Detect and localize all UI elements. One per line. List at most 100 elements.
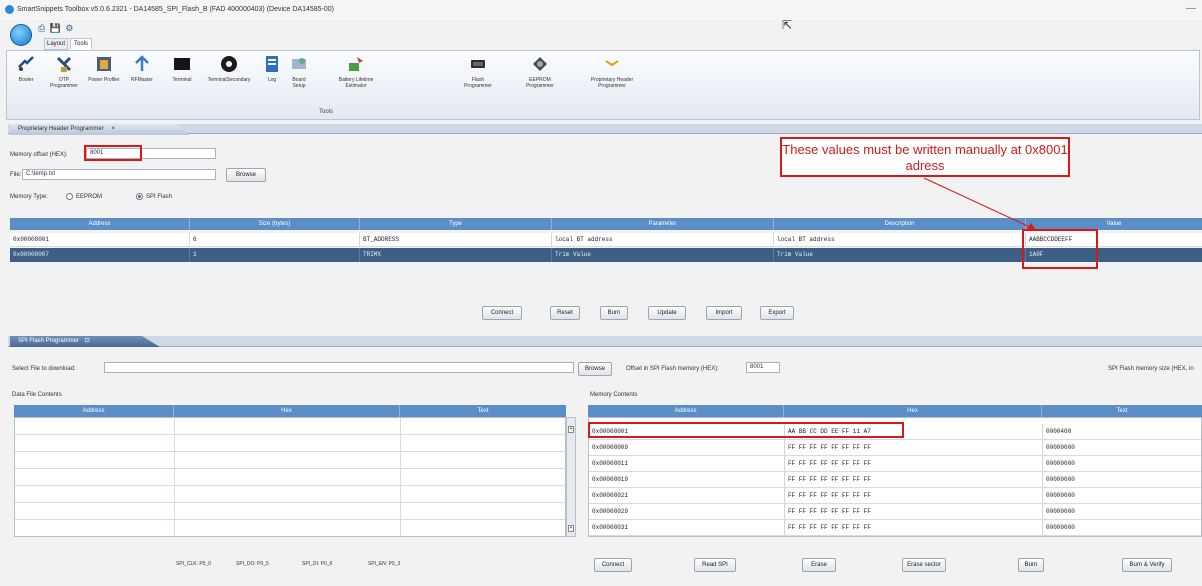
memory-header: Address Hex Text xyxy=(588,405,1202,417)
proprietary-header-button[interactable]: Proprietary Header Programmer xyxy=(581,55,643,103)
memory-row[interactable]: 0x00008011 FF FF FF FF FF FF FF FF 0000000… xyxy=(589,456,1201,472)
quick-access-toolbar[interactable]: ⎙ 💾 ⚙ xyxy=(38,23,74,34)
spiflash-radio[interactable] xyxy=(136,193,143,200)
memory-row[interactable]: 0x00008019 FF FF FF FF FF FF FF FF 0000000… xyxy=(589,472,1201,488)
memory-cell-hex: FF FF FF FF FF FF FF FF xyxy=(785,456,1043,472)
column-size[interactable]: Size (bytes) xyxy=(190,218,360,230)
spi-burn-button[interactable]: Burn xyxy=(1018,558,1044,572)
mouse-cursor-icon: ⇱ xyxy=(782,18,793,32)
memory-row-highlight xyxy=(588,422,904,438)
erase-button[interactable]: Erase xyxy=(802,558,836,572)
ribbon-group-label: Tools xyxy=(319,109,334,115)
data-column-address[interactable]: Address xyxy=(14,405,174,417)
cell-parameter: local BT address xyxy=(552,233,774,247)
memory-cell-text: 00000000 xyxy=(1046,492,1075,499)
application-menu-button[interactable] xyxy=(10,24,32,46)
power-profiler-button[interactable]: Power Profiler xyxy=(87,55,121,103)
memory-cell-text: 00000000 xyxy=(1046,508,1075,515)
otp-programmer-icon xyxy=(56,56,72,72)
scrollbar[interactable]: + + xyxy=(566,417,576,537)
offset-input[interactable]: 8001 xyxy=(746,362,780,373)
cell-address: 0x00008001 xyxy=(10,233,190,247)
terminal-secondary-icon xyxy=(221,56,237,72)
erase-sector-button[interactable]: Erase sector xyxy=(902,558,946,572)
import-button[interactable]: Import xyxy=(706,306,742,320)
ribbon-toolbar: Booter OTP Programmer Power Profiler RFM… xyxy=(6,50,1200,120)
value-highlight xyxy=(1022,229,1098,269)
data-file-grid[interactable] xyxy=(14,417,566,537)
memory-offset-label: Memory offset (HEX): xyxy=(10,152,68,158)
select-file-input[interactable] xyxy=(104,362,574,373)
tab-spi-flash[interactable]: SPI Flash Programmer ⊡ xyxy=(10,336,160,347)
memory-cell-hex: FF FF FF FF FF FF FF FF xyxy=(785,520,1043,536)
memory-column-address[interactable]: Address xyxy=(588,405,784,417)
spi-browse-button[interactable]: Browse xyxy=(578,362,612,376)
memory-cell-text: 00000000 xyxy=(1046,460,1075,467)
spiflash-radio-label: SPI Flash xyxy=(146,194,173,200)
memory-row[interactable]: 0x00008029 FF FF FF FF FF FF FF FF 0000000… xyxy=(589,504,1201,520)
battery-lifetime-button[interactable]: Battery Lifetime Estimator xyxy=(331,55,381,103)
export-button[interactable]: Export xyxy=(760,306,794,320)
memory-cell-text: 0000400 xyxy=(1046,428,1072,435)
window-title: SmartSnippets Toolbox v5.0.6.2321 - DA14… xyxy=(17,6,335,13)
column-type[interactable]: Type xyxy=(360,218,552,230)
otp-programmer-button[interactable]: OTP Programmer xyxy=(47,55,81,103)
title-bar: SmartSnippets Toolbox v5.0.6.2321 - DA14… xyxy=(0,0,1202,20)
memory-row[interactable]: 0x00008031 FF FF FF FF FF FF FF FF 0000000… xyxy=(589,520,1201,536)
memory-cell-address: 0x00008029 xyxy=(589,504,785,520)
close-icon[interactable]: ⊡ xyxy=(85,338,90,344)
booter-button[interactable]: Booter xyxy=(11,55,41,103)
terminal-secondary-button[interactable]: TerminalSecondary xyxy=(205,55,253,103)
memory-cell-address: 0x00008019 xyxy=(589,472,785,488)
connect-button[interactable]: Connect xyxy=(482,306,522,320)
burn-button[interactable]: Burn xyxy=(600,306,628,320)
minimize-button[interactable]: — xyxy=(1186,3,1196,14)
eeprom-programmer-button[interactable]: EEPROM Programmer xyxy=(519,55,561,103)
memory-cell-hex: FF FF FF FF FF FF FF FF xyxy=(785,472,1043,488)
column-address[interactable]: Address xyxy=(10,218,190,230)
memory-cell-address: 0x00008021 xyxy=(589,488,785,504)
cell-address: 0x00008007 xyxy=(10,248,190,262)
eeprom-radio-label: EEPROM xyxy=(76,194,103,200)
cell-size: 1 xyxy=(190,248,360,262)
memory-column-hex[interactable]: Hex xyxy=(784,405,1042,417)
terminal-button[interactable]: Terminal xyxy=(165,55,199,103)
column-description[interactable]: Description xyxy=(774,218,1026,230)
browse-button[interactable]: Browse xyxy=(226,168,266,182)
read-spi-button[interactable]: Read SPI xyxy=(694,558,736,572)
tab-tools[interactable]: Tools xyxy=(70,38,92,50)
proprietary-tab-label: Proprietary Header Programmer xyxy=(18,126,104,132)
spi-connect-button[interactable]: Connect xyxy=(594,558,632,572)
spi-panel-header xyxy=(8,336,1202,347)
close-icon[interactable]: × xyxy=(111,126,115,132)
cell-description: local BT address xyxy=(774,233,1026,247)
flash-programmer-button[interactable]: Flash Programmer xyxy=(459,55,497,103)
memory-column-text[interactable]: Text xyxy=(1042,405,1202,417)
column-parameter[interactable]: Parameter xyxy=(552,218,774,230)
eeprom-radio[interactable] xyxy=(66,193,73,200)
data-column-hex[interactable]: Hex xyxy=(174,405,400,417)
tab-proprietary-header[interactable]: Proprietary Header Programmer × xyxy=(10,124,190,135)
memory-row[interactable]: 0x00008021 FF FF FF FF FF FF FF FF 0000000… xyxy=(589,488,1201,504)
data-column-text[interactable]: Text xyxy=(400,405,566,417)
update-button[interactable]: Update xyxy=(648,306,686,320)
proprietary-header-icon xyxy=(605,60,619,67)
memory-cell-address: 0x00008011 xyxy=(589,456,785,472)
memory-contents-label: Memory Contents xyxy=(590,392,638,398)
burn-verify-button[interactable]: Burn & Verify xyxy=(1122,558,1172,572)
file-input[interactable]: C:\temp.txt xyxy=(22,169,216,180)
file-label: File: xyxy=(10,172,22,178)
memory-cell-hex: FF FF FF FF FF FF FF FF xyxy=(785,440,1043,456)
reset-button[interactable]: Reset xyxy=(550,306,580,320)
memory-row[interactable]: 0x00008009 FF FF FF FF FF FF FF FF 0000000… xyxy=(589,440,1201,456)
cell-type: TRIMX xyxy=(360,248,552,262)
offset-label: Offset in SPI Flash memory (HEX): xyxy=(626,366,719,372)
app-icon xyxy=(5,5,14,14)
rfmaster-button[interactable]: RFMaster xyxy=(125,55,159,103)
tab-layout[interactable]: Layout xyxy=(44,38,68,50)
power-profiler-icon xyxy=(97,57,111,71)
board-setup-button[interactable]: Board Setup xyxy=(287,55,311,103)
log-button[interactable]: Log xyxy=(259,55,285,103)
spi-tab-label: SPI Flash Programmer xyxy=(18,338,80,344)
pin-label: SPI_DI: P0_6 xyxy=(302,561,333,567)
